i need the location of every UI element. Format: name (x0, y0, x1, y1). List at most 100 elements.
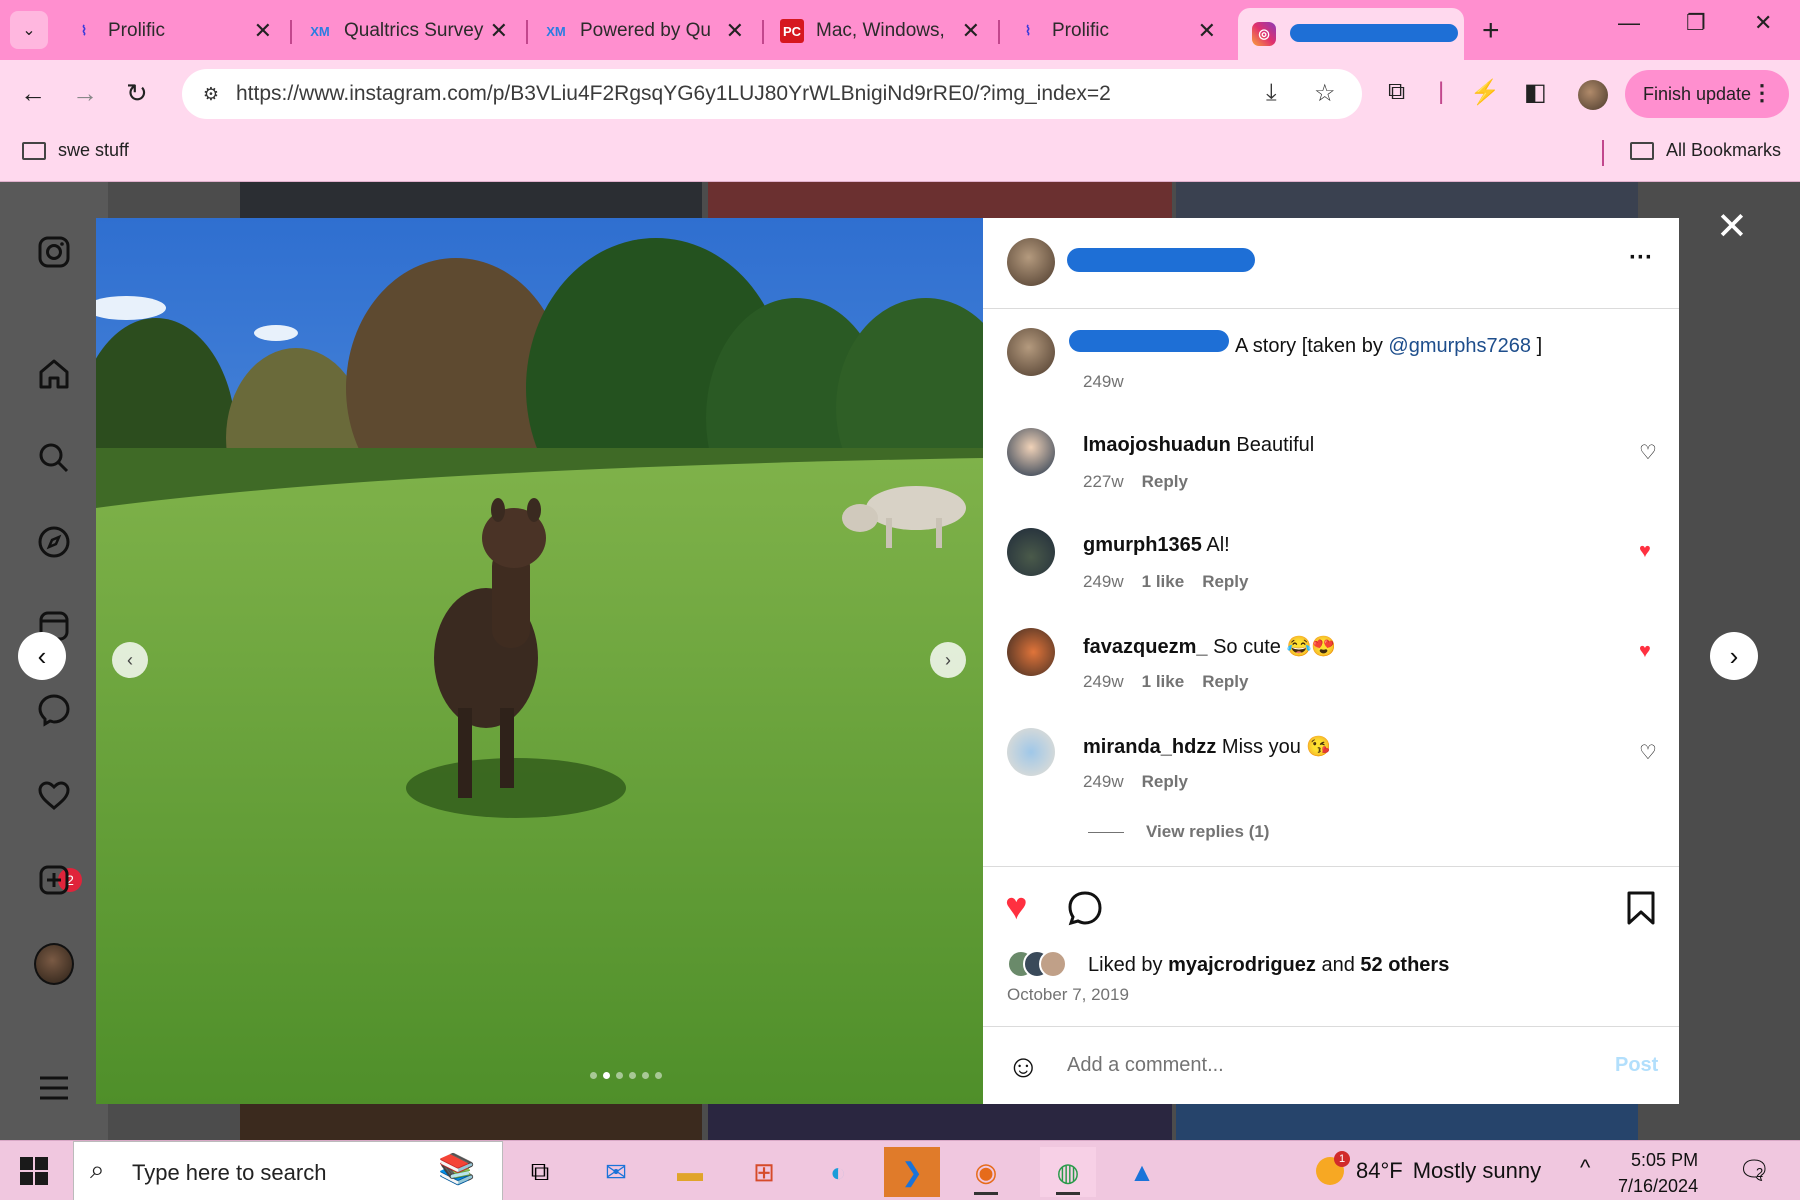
bookmarks-bar: swe stuff All Bookmarks (0, 130, 1800, 182)
caption-text: A story [taken by (1235, 335, 1383, 357)
modal-close-icon[interactable]: ✕ (1716, 204, 1748, 249)
reply-button[interactable]: Reply (1142, 472, 1188, 492)
tab-instagram[interactable]: ◎ (1238, 8, 1464, 60)
profile-avatar-icon[interactable] (34, 943, 74, 985)
comment-username[interactable]: favazquezm_ (1083, 636, 1208, 658)
tab-pcmag[interactable]: PC Mac, Windows, ( ✕ (766, 8, 996, 54)
liked-by-others[interactable]: 52 others (1360, 954, 1449, 976)
chevron-up-icon[interactable]: ^ (1580, 1155, 1590, 1181)
close-icon[interactable]: ✕ (490, 18, 508, 44)
close-icon[interactable]: ✕ (962, 18, 980, 44)
notifications-heart-icon[interactable] (34, 776, 74, 816)
commenter-avatar[interactable] (1007, 428, 1055, 476)
tab-prolific-1[interactable]: ⌇ Prolific ✕ (58, 8, 288, 54)
restore-button[interactable]: ❐ (1686, 10, 1706, 36)
post-image[interactable]: ‹ › (96, 218, 983, 1104)
profile-avatar[interactable] (1578, 80, 1608, 110)
bookmark-folder-swe-stuff[interactable]: swe stuff (22, 140, 129, 161)
home-icon[interactable] (34, 354, 74, 394)
emoji-icon[interactable]: ☺ (1007, 1048, 1040, 1085)
comment-like-count[interactable]: 1 like (1142, 672, 1185, 692)
comment-text: So cute 😂😍 (1213, 636, 1337, 658)
back-button[interactable]: ← (20, 78, 46, 109)
more-options-icon[interactable]: ··· (1629, 244, 1653, 272)
reply-button[interactable]: Reply (1202, 672, 1248, 692)
firefox-icon[interactable]: ◉ (958, 1147, 1014, 1197)
create-post-icon[interactable] (34, 860, 74, 900)
commenter-avatar[interactable] (1007, 628, 1055, 676)
caption-mention[interactable]: @gmurphs7268 (1388, 335, 1531, 357)
comment-username[interactable]: miranda_hdzz (1083, 736, 1216, 758)
commenter-avatar[interactable] (1007, 528, 1055, 576)
next-post-button[interactable]: › (1710, 632, 1758, 680)
photos-icon[interactable]: ▲ (1114, 1147, 1170, 1197)
tab-prolific-2[interactable]: ⌇ Prolific ✕ (1002, 8, 1232, 54)
minimize-button[interactable]: — (1618, 10, 1640, 36)
search-icon[interactable] (34, 438, 74, 478)
install-app-icon[interactable]: ⤓ (1266, 79, 1277, 107)
bookmark-star-icon[interactable]: ☆ (1314, 79, 1336, 108)
chrome-icon[interactable]: ◍ (1040, 1147, 1096, 1197)
reload-button[interactable]: ↻ (126, 78, 148, 109)
post-comment-button[interactable]: Post (1615, 1054, 1658, 1077)
file-explorer-icon[interactable]: ▬ (662, 1147, 718, 1197)
all-bookmarks-button[interactable]: All Bookmarks (1630, 140, 1781, 161)
liked-by-user[interactable]: myajcrodriguez (1168, 954, 1316, 976)
tab-qualtrics-survey[interactable]: XM Qualtrics Survey ✕ (294, 8, 524, 54)
mail-icon[interactable]: ✉ (588, 1147, 644, 1197)
comment-icon[interactable] (1067, 890, 1103, 936)
reply-button[interactable]: Reply (1142, 772, 1188, 792)
microsoft-store-icon[interactable]: ⊞ (736, 1147, 792, 1197)
image-previous-button[interactable]: ‹ (112, 642, 148, 678)
tab-search-dropdown[interactable]: ⌄ (10, 11, 48, 49)
comment-liked-heart-icon[interactable]: ♥ (1639, 540, 1651, 563)
tab-powered-by-qualtrics[interactable]: XM Powered by Qua ✕ (530, 8, 760, 54)
comment-like-icon[interactable]: ♡ (1639, 440, 1657, 465)
instagram-logo-icon[interactable] (34, 232, 74, 272)
window-close-button[interactable]: ✕ (1754, 10, 1772, 36)
close-icon[interactable]: ✕ (726, 18, 744, 44)
folder-icon (22, 141, 46, 160)
close-icon[interactable]: ✕ (1198, 18, 1216, 44)
performance-icon[interactable]: ⚡ (1470, 78, 1500, 107)
author-avatar[interactable] (1007, 238, 1055, 286)
author-avatar[interactable] (1007, 328, 1055, 376)
extensions-icon[interactable]: ⧉ (1388, 78, 1405, 106)
image-next-button[interactable]: › (930, 642, 966, 678)
task-view-icon[interactable]: ⧉ (512, 1147, 568, 1197)
previous-post-button[interactable]: ‹ (18, 632, 66, 680)
reply-button[interactable]: Reply (1202, 572, 1248, 592)
finish-update-button[interactable]: Finish update ⋮ (1625, 70, 1789, 118)
vscode-icon[interactable]: ❯ (884, 1147, 940, 1197)
comment-like-count[interactable]: 1 like (1142, 572, 1185, 592)
like-heart-icon[interactable]: ♥ (1005, 886, 1028, 929)
url-text[interactable]: https://www.instagram.com/p/B3VLiu4F2Rgs… (236, 82, 1111, 106)
notification-center-icon[interactable]: 🗨 2 (1738, 1155, 1771, 1186)
comment-text: Al! (1206, 534, 1230, 556)
view-replies-button[interactable]: View replies (1) (1088, 822, 1269, 842)
site-info-icon[interactable]: ⚙ (196, 79, 226, 109)
more-menu-icon[interactable] (34, 1068, 74, 1108)
messenger-icon[interactable] (34, 690, 74, 730)
forward-button[interactable]: → (72, 78, 98, 109)
menu-dots-icon[interactable]: ⋮ (1751, 80, 1773, 106)
commenter-avatar[interactable] (1007, 728, 1055, 776)
comment-username[interactable]: lmaojoshuadun (1083, 434, 1231, 456)
taskbar-search[interactable]: ⌕ Type here to search 📚 (73, 1141, 503, 1200)
comment-like-icon[interactable]: ♡ (1639, 740, 1657, 765)
browser-toolbar: ← → ↻ ⚙ https://www.instagram.com/p/B3VL… (0, 60, 1800, 130)
comment-input[interactable]: Add a comment... (1067, 1054, 1224, 1077)
system-clock[interactable]: 5:05 PM 7/16/2024 (1618, 1147, 1698, 1199)
save-bookmark-icon[interactable] (1625, 890, 1657, 936)
weather-widget[interactable]: 1 84°F Mostly sunny (1316, 1151, 1541, 1185)
explore-icon[interactable] (34, 522, 74, 562)
comment-liked-heart-icon[interactable]: ♥ (1639, 640, 1651, 663)
new-tab-button[interactable]: + (1482, 14, 1500, 48)
address-bar[interactable]: ⚙ https://www.instagram.com/p/B3VLiu4F2R… (182, 69, 1362, 119)
close-icon[interactable]: ✕ (254, 18, 272, 44)
side-panel-icon[interactable]: ◧ (1524, 78, 1547, 107)
edge-icon[interactable]: ◐ (810, 1147, 866, 1197)
instagram-icon: ◎ (1252, 22, 1276, 46)
comment-username[interactable]: gmurph1365 (1083, 534, 1202, 556)
windows-start-icon[interactable] (20, 1157, 48, 1185)
